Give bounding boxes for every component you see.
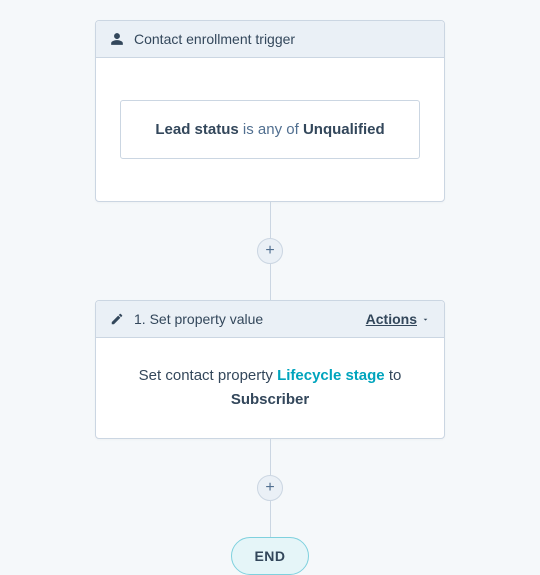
- end-node: END: [231, 537, 308, 575]
- set-property-name: Lifecycle stage: [277, 367, 385, 384]
- action-card-header: 1. Set property value Actions: [96, 301, 444, 338]
- set-property-pretext: Set contact property: [139, 367, 277, 384]
- action-title: 1. Set property value: [134, 311, 263, 327]
- connector-line: [270, 264, 271, 300]
- set-property-to: to: [389, 367, 402, 384]
- plus-icon: +: [265, 480, 274, 496]
- action-card-header-left: 1. Set property value: [110, 311, 263, 327]
- connector-line: [270, 439, 271, 475]
- action-card-body: Set contact property Lifecycle stage to …: [96, 338, 444, 438]
- connector-line: [270, 202, 271, 238]
- add-action-button[interactable]: +: [257, 238, 283, 264]
- connector-line: [270, 501, 271, 537]
- workflow-canvas: Contact enrollment trigger Lead status i…: [0, 0, 540, 575]
- trigger-card-body: Lead status is any of Unqualified: [96, 58, 444, 201]
- criteria-property: Lead status: [155, 121, 238, 138]
- criteria-value: Unqualified: [303, 121, 385, 138]
- criteria-connector: is any of: [243, 121, 299, 138]
- set-property-value: Subscriber: [231, 391, 309, 408]
- actions-menu-link[interactable]: Actions: [366, 311, 430, 327]
- plus-icon: +: [265, 243, 274, 259]
- trigger-header-label: Contact enrollment trigger: [134, 31, 295, 47]
- connector-1: +: [257, 202, 283, 300]
- trigger-card-header: Contact enrollment trigger: [96, 21, 444, 58]
- edit-icon: [110, 312, 124, 326]
- trigger-card[interactable]: Contact enrollment trigger Lead status i…: [95, 20, 445, 202]
- end-label: END: [254, 548, 285, 564]
- contact-icon: [110, 32, 124, 46]
- actions-label: Actions: [366, 311, 417, 327]
- add-action-button[interactable]: +: [257, 475, 283, 501]
- action-card-set-property[interactable]: 1. Set property value Actions Set contac…: [95, 300, 445, 439]
- enrollment-criteria[interactable]: Lead status is any of Unqualified: [120, 100, 420, 159]
- chevron-down-icon: [421, 311, 430, 327]
- connector-2: +: [257, 439, 283, 537]
